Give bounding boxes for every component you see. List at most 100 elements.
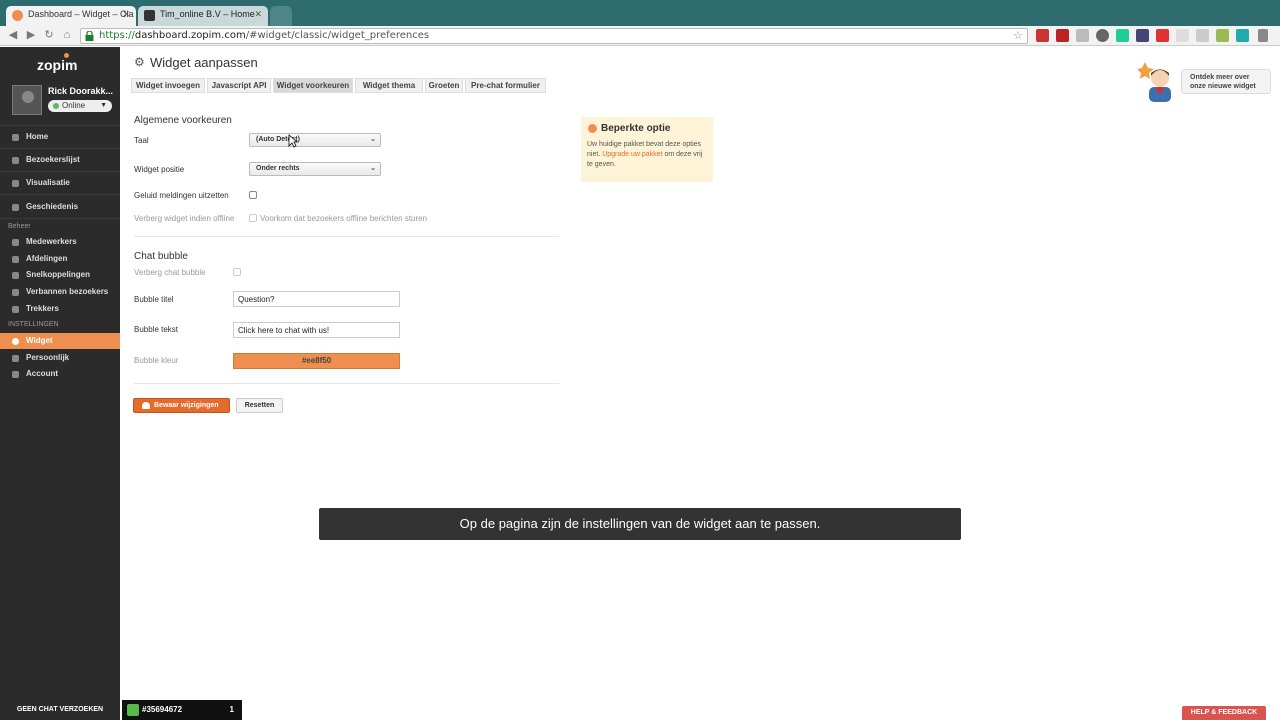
section-label-instellingen: INSTELLINGEN	[8, 321, 59, 328]
extension-icon[interactable]	[1176, 29, 1189, 42]
new-tab-button[interactable]	[270, 6, 292, 26]
extension-icon[interactable]	[1056, 29, 1069, 42]
tab-widget-thema[interactable]: Widget thema	[355, 78, 423, 93]
account-icon	[12, 371, 19, 378]
mouse-cursor-icon	[288, 134, 298, 148]
visitor-chat-tab[interactable]: #35694672 1	[122, 700, 242, 720]
url-domain: dashboard.zopim.com	[134, 30, 246, 41]
extension-icon[interactable]	[1216, 29, 1229, 42]
sidebar-item-bezoekerslijst[interactable]: Bezoekerslijst	[0, 152, 120, 168]
tab-javascript-api[interactable]: Javascript API	[207, 78, 271, 93]
save-button[interactable]: Bewaar wijzigingen	[133, 398, 230, 413]
adblock-extension-icon[interactable]	[1156, 29, 1169, 42]
extension-icon[interactable]	[1196, 29, 1209, 42]
bubble-color-label: Bubble kleur	[134, 356, 179, 365]
site-favicon-icon	[144, 10, 155, 21]
zopim-logo: zopim	[37, 57, 78, 73]
widget-positie-select[interactable]: Onder rechts ⌄	[249, 162, 381, 176]
gmail-extension-icon[interactable]	[1036, 29, 1049, 42]
offline-checkbox-text: Voorkom dat bezoekers offline berichten …	[260, 214, 428, 223]
widget-positie-label: Widget positie	[134, 165, 185, 174]
sidebar-item-label: Widget	[26, 336, 53, 345]
sidebar-item-medewerkers[interactable]: Medewerkers	[0, 234, 120, 250]
sidebar-item-visualisatie[interactable]: Visualisatie	[0, 175, 120, 191]
sidebar-item-label: Afdelingen	[26, 254, 68, 263]
back-icon[interactable]: ◀	[6, 28, 20, 42]
sidebar-item-trekkers[interactable]: Trekkers	[0, 301, 120, 317]
address-bar[interactable]: https://dashboard.zopim.com/#widget/clas…	[80, 28, 1028, 44]
user-name: Rick Doorakk...	[48, 86, 114, 96]
sidebar-item-home[interactable]: Home	[0, 129, 120, 145]
sidebar-item-snelkoppelingen[interactable]: Snelkoppelingen	[0, 267, 120, 283]
close-tab-icon[interactable]: ✕	[122, 9, 130, 20]
agents-icon	[12, 239, 19, 246]
tab-widget-invoegen[interactable]: Widget invoegen	[131, 78, 205, 93]
extension-icon[interactable]	[1136, 29, 1149, 42]
sidebar-item-widget[interactable]: Widget	[0, 333, 120, 349]
mascot-avatar	[1138, 62, 1171, 102]
section-heading-general: Algemene voorkeuren	[134, 115, 232, 126]
ban-icon	[12, 289, 19, 296]
extension-icon[interactable]	[1116, 29, 1129, 42]
browser-tab-bar: Dashboard – Widget – Cla ✕ Tim_online B.…	[0, 0, 1280, 26]
sidebar-item-verbannen-bezoekers[interactable]: Verbannen bezoekers	[0, 284, 120, 300]
sidebar: zopim Rick Doorakk... Online ▼ Home Bezo…	[0, 47, 120, 700]
taal-select[interactable]: (Auto Detect) ⌄	[249, 133, 381, 147]
hide-bubble-checkbox[interactable]	[233, 268, 241, 276]
browser-tab-tim-online[interactable]: Tim_online B.V – Home ✕	[138, 6, 268, 26]
divider	[0, 148, 120, 149]
bookmark-star-icon[interactable]: ☆	[1013, 29, 1023, 42]
qr-extension-icon[interactable]	[1076, 29, 1089, 42]
bubble-title-input[interactable]: Question?	[233, 291, 400, 307]
chevron-down-icon: ⌄	[370, 136, 376, 143]
visitor-id: #35694672	[142, 705, 183, 714]
close-tab-icon[interactable]: ✕	[254, 9, 262, 20]
tab-groeten[interactable]: Groeten	[425, 78, 463, 93]
browser-toolbar: ◀ ▶ ↻ ⌂ https://dashboard.zopim.com/#wid…	[0, 26, 1280, 46]
no-chat-requests: GEEN CHAT VERZOEKEN	[0, 700, 120, 720]
forward-icon[interactable]: ▶	[24, 28, 38, 42]
bubble-text-input[interactable]: Click here to chat with us!	[233, 322, 400, 338]
divider	[0, 125, 120, 126]
visitor-icon	[127, 704, 139, 716]
sidebar-item-label: Account	[26, 369, 58, 378]
sidebar-item-geschiedenis[interactable]: Geschiedenis	[0, 199, 120, 215]
zopim-favicon-icon	[12, 10, 23, 21]
limited-option-notice: Beperkte optie Uw huidige pakket bevat d…	[581, 117, 713, 182]
extension-icon[interactable]	[1236, 29, 1249, 42]
home-icon[interactable]: ⌂	[60, 28, 74, 42]
sidebar-item-persoonlijk[interactable]: Persoonlijk	[0, 350, 120, 366]
avatar[interactable]	[12, 85, 42, 115]
help-feedback-button[interactable]: HELP & FEEDBACK	[1182, 706, 1266, 720]
sidebar-item-label: Snelkoppelingen	[26, 270, 91, 279]
shortcuts-icon	[12, 272, 19, 279]
upgrade-link[interactable]: Upgrade uw pakket	[602, 151, 662, 158]
divider	[0, 171, 120, 172]
status-dropdown[interactable]: Online ▼	[48, 100, 112, 112]
promo-link[interactable]: Ontdek meer over onze nieuwe widget	[1181, 69, 1271, 94]
bottom-bar: GEEN CHAT VERZOEKEN #35694672 1 HELP & F…	[0, 700, 1280, 720]
sidebar-item-label: Medewerkers	[26, 237, 77, 246]
limited-option-text: Uw huidige pakket bevat deze opties niet…	[587, 140, 707, 170]
reset-button[interactable]: Resetten	[236, 398, 283, 413]
reload-icon[interactable]: ↻	[42, 28, 56, 42]
divider	[0, 194, 120, 195]
divider	[134, 383, 559, 384]
divider	[134, 236, 559, 237]
cloud-icon	[142, 402, 150, 409]
bubble-color-picker[interactable]: #ee8f50	[233, 353, 400, 369]
sidebar-item-afdelingen[interactable]: Afdelingen	[0, 251, 120, 267]
tab-widget-voorkeuren[interactable]: Widget voorkeuren	[273, 78, 353, 93]
sidebar-item-account[interactable]: Account	[0, 366, 120, 382]
tab-pre-chat-formulier[interactable]: Pre-chat formulier	[465, 78, 546, 93]
url-path: /#widget/classic/widget_preferences	[245, 30, 430, 41]
sidebar-item-label: Geschiedenis	[26, 202, 79, 211]
menu-icon[interactable]	[1258, 29, 1268, 42]
visitor-count-badge: 1	[229, 705, 234, 714]
url-scheme: https://	[99, 30, 135, 41]
geluid-checkbox[interactable]	[249, 191, 257, 199]
hide-bubble-label: Verberg chat bubble	[134, 268, 206, 277]
offline-checkbox[interactable]	[249, 214, 257, 222]
settings-extension-icon[interactable]	[1096, 29, 1109, 42]
browser-tab-dashboard[interactable]: Dashboard – Widget – Cla ✕	[6, 6, 136, 26]
